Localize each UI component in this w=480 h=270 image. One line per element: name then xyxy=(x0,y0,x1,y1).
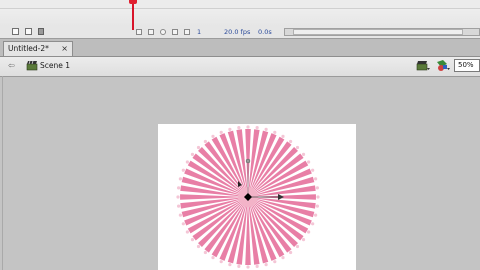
timeline-horizontal-scrollbar[interactable] xyxy=(284,28,480,36)
burst-ray-tip xyxy=(246,125,250,129)
radial-burst-artwork[interactable] xyxy=(158,124,356,270)
burst-ray-tip xyxy=(307,160,311,164)
burst-ray-tip xyxy=(181,222,185,226)
burst-ray-tip xyxy=(264,263,268,267)
edit-scene-icon[interactable] xyxy=(416,59,430,72)
burst-ray-tip xyxy=(289,139,293,144)
document-tab-bar: Untitled-2* × xyxy=(0,39,480,57)
clapperboard-icon xyxy=(26,60,38,71)
burst-ray-tip xyxy=(301,152,306,156)
playhead[interactable] xyxy=(129,0,137,4)
scene-label[interactable]: Scene 1 xyxy=(40,61,70,70)
burst-ray-tip xyxy=(185,230,189,234)
panel-divider xyxy=(2,76,3,270)
frame-rate[interactable]: 20.0 fps xyxy=(224,27,250,37)
trash-icon[interactable] xyxy=(38,28,44,35)
edit-symbol-icon[interactable] xyxy=(436,59,450,72)
width-handle-arrow[interactable] xyxy=(278,194,284,200)
burst-ray-tip xyxy=(178,177,182,181)
new-layer-icon[interactable] xyxy=(12,28,19,35)
burst-ray-tip xyxy=(255,126,259,130)
burst-ray-tip xyxy=(228,127,232,131)
burst-ray-tip xyxy=(295,244,300,249)
burst-ray-tip xyxy=(203,250,207,255)
close-icon[interactable]: × xyxy=(61,42,68,56)
rotate-handle[interactable] xyxy=(245,158,251,164)
burst-ray-tip xyxy=(219,130,223,134)
document-tab-title: Untitled-2* xyxy=(8,44,49,53)
back-arrow-icon[interactable]: ⇦ xyxy=(8,61,15,70)
burst-ray-tip xyxy=(178,213,182,217)
burst-ray-tip xyxy=(314,213,318,217)
burst-ray-tip xyxy=(301,238,306,242)
playhead-line xyxy=(132,0,134,30)
timeline-frame-ruler[interactable] xyxy=(0,0,480,9)
burst-ray-tip xyxy=(190,152,195,156)
burst-ray-tip xyxy=(211,256,215,260)
burst-ray-tip xyxy=(314,177,318,181)
burst-ray-tip xyxy=(228,263,232,267)
burst-ray-tip xyxy=(273,260,277,264)
burst-ray-tip xyxy=(316,195,320,199)
burst-ray-tip xyxy=(177,204,181,208)
burst-ray-tip xyxy=(281,134,285,138)
burst-ray-tip xyxy=(289,250,293,255)
burst-ray-tip xyxy=(311,168,315,172)
burst-ray-tip xyxy=(311,222,315,226)
elapsed-time: 0.0s xyxy=(258,28,272,36)
burst-ray-tip xyxy=(237,126,241,130)
burst-ray-tip xyxy=(219,260,223,264)
burst-ray-tip xyxy=(196,145,201,150)
current-frame[interactable]: 1 xyxy=(197,27,201,37)
timeline-panel xyxy=(0,0,480,27)
burst-ray-tip xyxy=(177,186,181,190)
modify-onion-markers-icon[interactable] xyxy=(184,29,190,35)
burst-ray-tip xyxy=(255,264,259,268)
burst-ray-tip xyxy=(181,168,185,172)
edit-multiple-frames-icon[interactable] xyxy=(172,29,178,35)
burst-ray-tip xyxy=(237,264,241,268)
scrollbar-thumb[interactable] xyxy=(293,29,463,35)
burst-ray-tip xyxy=(273,130,277,134)
burst-ray-tip xyxy=(281,256,285,260)
burst-ray-tip xyxy=(295,145,300,150)
burst-ray-tip xyxy=(190,238,195,242)
burst-ray-tip xyxy=(264,127,268,131)
burst-ray-tip xyxy=(315,186,319,190)
stage[interactable] xyxy=(158,124,356,270)
center-frame-icon[interactable] xyxy=(136,29,142,35)
burst-ray-tip xyxy=(211,134,215,138)
new-folder-icon[interactable] xyxy=(25,28,32,35)
burst-ray-tip xyxy=(203,139,207,144)
burst-ray-tip xyxy=(176,195,180,199)
document-tab[interactable]: Untitled-2* × xyxy=(3,41,73,56)
burst-ray-tip xyxy=(315,204,319,208)
burst-ray-tip xyxy=(307,230,311,234)
burst-ray xyxy=(180,194,248,200)
zoom-field[interactable]: 50% xyxy=(454,59,480,72)
onion-skin-icon[interactable] xyxy=(148,29,154,35)
onion-skin-outlines-icon[interactable] xyxy=(160,29,166,35)
burst-ray-tip xyxy=(246,265,250,269)
burst-ray-tip xyxy=(185,160,189,164)
burst-ray-tip xyxy=(196,244,201,249)
edit-bar: ⇦ Scene 1 50% xyxy=(0,57,480,77)
burst-ray xyxy=(245,197,251,265)
timeline-controls: 1 20.0 fps 0.0s xyxy=(0,26,480,39)
